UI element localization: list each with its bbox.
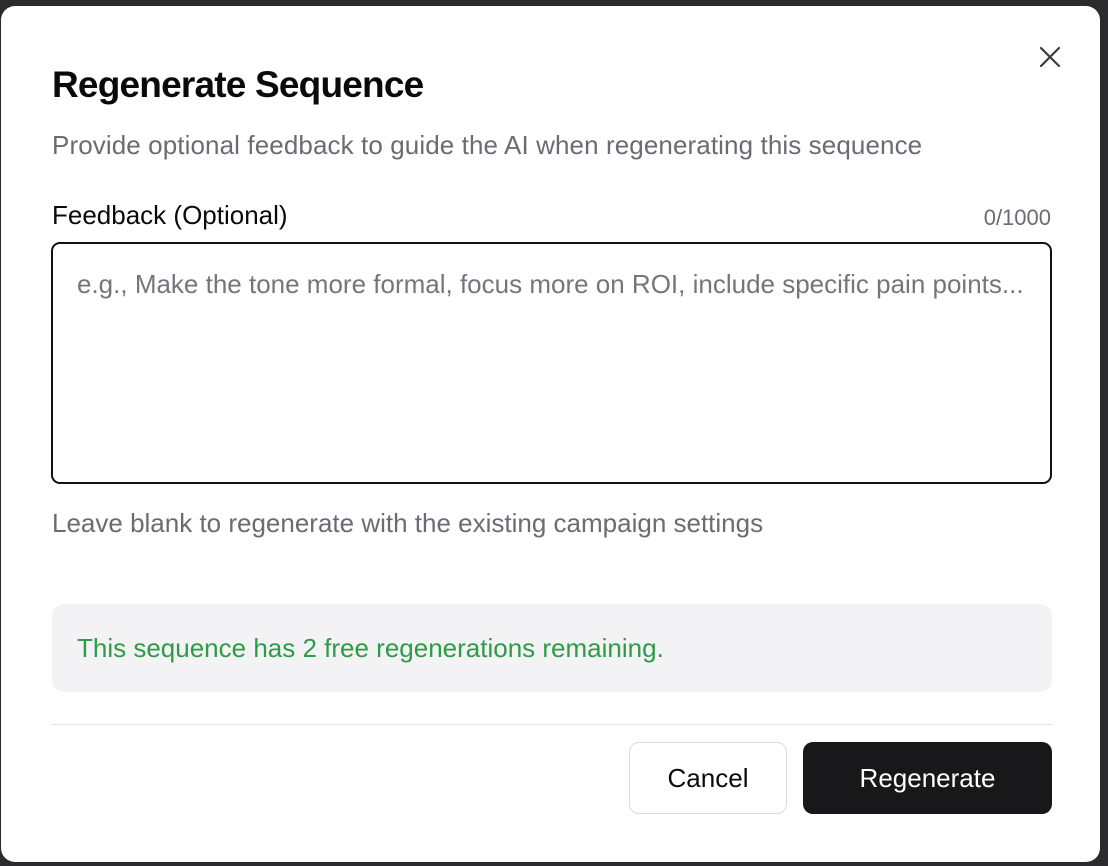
dialog-description: Provide optional feedback to guide the A… (52, 130, 923, 160)
cancel-button[interactable]: Cancel (629, 742, 787, 814)
feedback-hint: Leave blank to regenerate with the exist… (52, 508, 764, 538)
regenerate-button[interactable]: Regenerate (803, 742, 1052, 814)
close-icon (1039, 46, 1061, 68)
regenerations-remaining-notice: This sequence has 2 free regenerations r… (52, 604, 1052, 692)
feedback-textarea[interactable] (51, 242, 1052, 484)
dialog-title: Regenerate Sequence (52, 64, 424, 105)
feedback-label: Feedback (Optional) (52, 200, 288, 230)
character-counter: 0/1000 (983, 205, 1051, 230)
footer-divider (52, 724, 1052, 725)
regenerations-remaining-text: This sequence has 2 free regenerations r… (77, 632, 664, 663)
regenerate-sequence-dialog: Regenerate Sequence Provide optional fee… (1, 6, 1100, 862)
close-button[interactable] (1037, 44, 1063, 70)
